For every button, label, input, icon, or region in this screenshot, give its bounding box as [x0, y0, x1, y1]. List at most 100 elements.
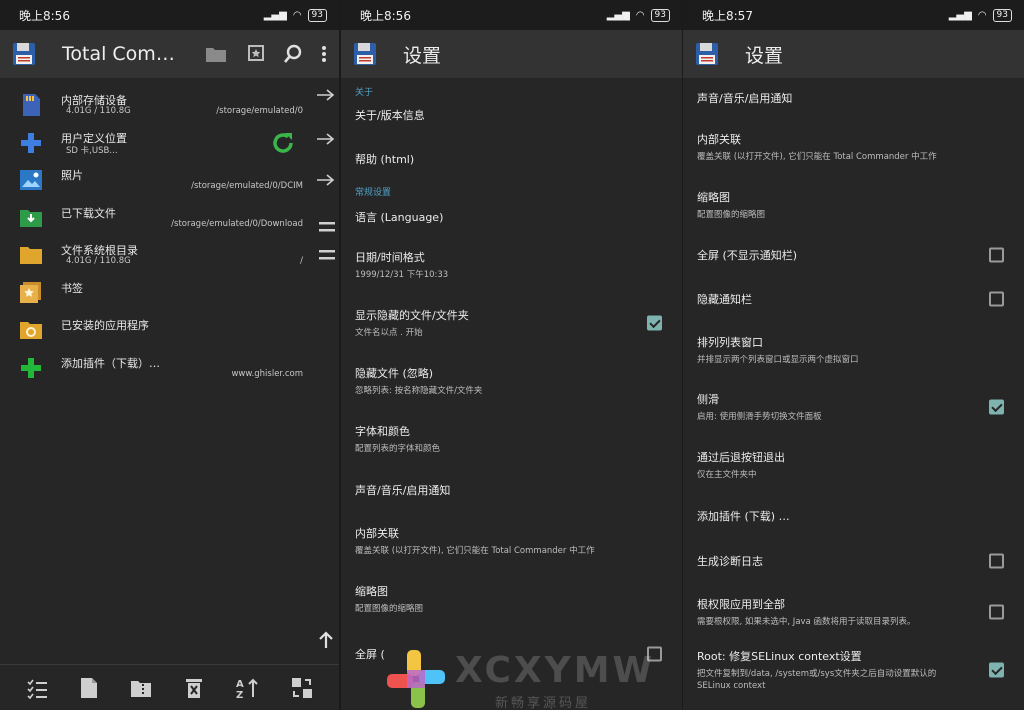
selinux-checkbox[interactable]: [989, 662, 1004, 678]
setting-sound[interactable]: 声音/音乐/启用通知: [341, 468, 682, 512]
setting-selinux-fix[interactable]: Root: 修复SELinux context设置 把文件复制到/data, /…: [683, 640, 1024, 700]
setting-help[interactable]: 帮助 (html): [341, 132, 682, 186]
swipe-checkbox[interactable]: [989, 399, 1004, 415]
fullscreen-checkbox[interactable]: [989, 247, 1004, 263]
watermark: XCXYMW 新畅享源码屋: [385, 648, 652, 710]
sd-card-icon: [23, 94, 40, 116]
drive-item-add-plugin[interactable]: 添加插件（下载）… www.ghisler.com: [0, 349, 339, 387]
floppy-disk-icon[interactable]: [695, 42, 719, 66]
show-hidden-checkbox[interactable]: [647, 315, 662, 331]
setting-associations[interactable]: 内部关联 覆盖关联 (以打开文件), 它们只能在 Total Commander…: [341, 512, 682, 570]
status-bar: 晚上8:56 ▂▄▆ ◠ 93: [0, 0, 339, 30]
signal-icon: ▂▄▆: [263, 9, 287, 21]
hide-notification-checkbox[interactable]: [989, 291, 1004, 307]
wifi-icon: ◠: [977, 9, 987, 21]
more-menu-icon[interactable]: [321, 45, 327, 63]
plus-icon: [21, 132, 41, 153]
setting-fonts-colors[interactable]: 字体和颜色 配置列表的字体和颜色: [341, 410, 682, 468]
status-bar: 晚上8:57 ▂▄▆ ◠ 93: [683, 0, 1024, 30]
arrow-right-icon[interactable]: [316, 132, 336, 146]
setting-back-exit[interactable]: 通过后退按钮退出 仅在主文件夹中: [683, 436, 1024, 494]
setting-arrange-panels[interactable]: 排列列表窗口 并排显示两个列表窗口或显示两个虚拟窗口: [683, 322, 1024, 378]
app-bar: Total Com…: [0, 30, 339, 78]
drive-item-downloads[interactable]: 已下载文件 /storage/emulated/0/Download: [0, 199, 339, 237]
folder-icon: [20, 247, 42, 264]
bookmark-star-icon[interactable]: [245, 44, 265, 64]
swap-panels-icon[interactable]: [291, 677, 313, 699]
setting-root-all[interactable]: 根权限应用到全部 需要根权限, 如果未选中, Java 函数将用于读取目录列表。: [683, 584, 1024, 640]
setting-fullscreen[interactable]: 全屏 (不显示通知栏): [683, 234, 1024, 276]
arrow-right-icon[interactable]: [316, 173, 336, 187]
signal-icon: ▂▄▆: [606, 9, 630, 21]
equal-icon[interactable]: [319, 221, 335, 233]
root-all-checkbox[interactable]: [989, 604, 1004, 620]
app-title: Total Com…: [62, 43, 175, 65]
arrow-up-icon[interactable]: [318, 631, 334, 649]
status-time: 晚上8:56: [360, 8, 411, 23]
setting-diagnostic-log[interactable]: 生成诊断日志: [683, 538, 1024, 584]
new-file-icon[interactable]: [80, 677, 98, 699]
setting-about[interactable]: 关于/版本信息: [341, 98, 682, 132]
setting-sound[interactable]: 声音/音乐/启用通知: [683, 78, 1024, 118]
wifi-icon: ◠: [635, 9, 645, 21]
page-title: 设置: [745, 44, 784, 67]
drive-list: 内部存储设备 4.01G / 110.8G /storage/emulated/…: [0, 78, 339, 386]
add-plugin-icon: [21, 357, 41, 378]
screen: 晚上8:56 ▂▄▆ ◠ 93 Total Com… 内部存储设备 4.01G …: [0, 0, 1024, 710]
watermark-logo-icon: [387, 650, 445, 708]
select-list-icon[interactable]: [26, 677, 48, 699]
battery-icon: 93: [992, 8, 1012, 22]
drive-item-apps[interactable]: 已安装的应用程序: [0, 311, 339, 349]
setting-thumbnails[interactable]: 缩略图 配置图像的缩略图: [341, 570, 682, 628]
battery-icon: 93: [650, 8, 670, 22]
svg-text:Z: Z: [236, 690, 243, 699]
setting-add-plugin[interactable]: 添加插件 (下载) …: [683, 494, 1024, 538]
setting-associations[interactable]: 内部关联 覆盖关联 (以打开文件), 它们只能在 Total Commander…: [683, 118, 1024, 176]
settings-panel-scrolled: 晚上8:57 ▂▄▆ ◠ 93 设置 声音/音乐/启用通知 内部关联 覆盖关联 …: [683, 0, 1024, 710]
search-icon[interactable]: [283, 44, 303, 64]
setting-date-format[interactable]: 日期/时间格式 1999/12/31 下午10:33: [341, 236, 682, 294]
file-manager-panel: 晚上8:56 ▂▄▆ ◠ 93 Total Com… 内部存储设备 4.01G …: [0, 0, 339, 710]
status-bar: 晚上8:56 ▂▄▆ ◠ 93: [341, 0, 682, 30]
drive-item-photos[interactable]: 照片 /storage/emulated/0/DCIM: [0, 161, 339, 199]
setting-hide-notification-bar[interactable]: 隐藏通知栏: [683, 276, 1024, 322]
app-bar: 设置: [341, 30, 682, 78]
sort-icon[interactable]: AZ: [235, 677, 259, 699]
watermark-subtext: 新畅享源码屋: [495, 696, 592, 710]
drive-item-internal[interactable]: 内部存储设备 4.01G / 110.8G /storage/emulated/…: [0, 86, 339, 124]
drive-item-custom[interactable]: 用户定义位置 SD 卡,USB…: [0, 124, 339, 162]
setting-thumbnails[interactable]: 缩略图 配置图像的缩略图: [683, 176, 1024, 234]
drive-item-bookmarks[interactable]: 书签: [0, 274, 339, 312]
equal-icon[interactable]: [319, 249, 335, 261]
download-folder-icon: [20, 209, 42, 227]
bookmark-icon: [20, 281, 41, 303]
delete-icon[interactable]: [185, 677, 203, 699]
section-header-about: 关于: [355, 88, 374, 98]
photo-icon: [20, 170, 42, 190]
battery-icon: 93: [307, 8, 327, 22]
zip-folder-icon[interactable]: [130, 678, 152, 698]
setting-show-hidden[interactable]: 显示隐藏的文件/文件夹 文件名以点 . 开始: [341, 294, 682, 352]
bottom-toolbar: AZ: [0, 664, 339, 710]
watermark-text: XCXYMW: [455, 650, 656, 691]
status-time: 晚上8:56: [19, 8, 70, 23]
folder-icon[interactable]: [205, 45, 227, 63]
app-bar: 设置: [683, 30, 1024, 78]
refresh-icon[interactable]: [270, 130, 296, 156]
floppy-disk-icon[interactable]: [353, 42, 377, 66]
drive-item-root[interactable]: 文件系统根目录 4.01G / 110.8G /: [0, 236, 339, 274]
wifi-icon: ◠: [292, 9, 302, 21]
diagnostic-log-checkbox[interactable]: [989, 553, 1004, 569]
floppy-disk-icon[interactable]: [12, 42, 36, 66]
arrow-right-icon[interactable]: [316, 88, 336, 102]
status-time: 晚上8:57: [702, 8, 753, 23]
setting-swipe[interactable]: 侧滑 启用: 使用侧滑手势切换文件面板: [683, 378, 1024, 436]
apps-folder-icon: [20, 322, 42, 339]
signal-icon: ▂▄▆: [948, 9, 972, 21]
svg-text:A: A: [236, 679, 244, 690]
settings-panel-top: 晚上8:56 ▂▄▆ ◠ 93 设置 关于 关于/版本信息 帮助 (html) …: [341, 0, 682, 710]
section-header-general: 常规设置: [355, 188, 392, 198]
setting-ignore-list[interactable]: 隐藏文件 (忽略) 忽略列表: 按名称隐藏文件/文件夹: [341, 352, 682, 410]
setting-language[interactable]: 语言 (Language): [341, 198, 682, 236]
page-title: 设置: [403, 44, 442, 67]
